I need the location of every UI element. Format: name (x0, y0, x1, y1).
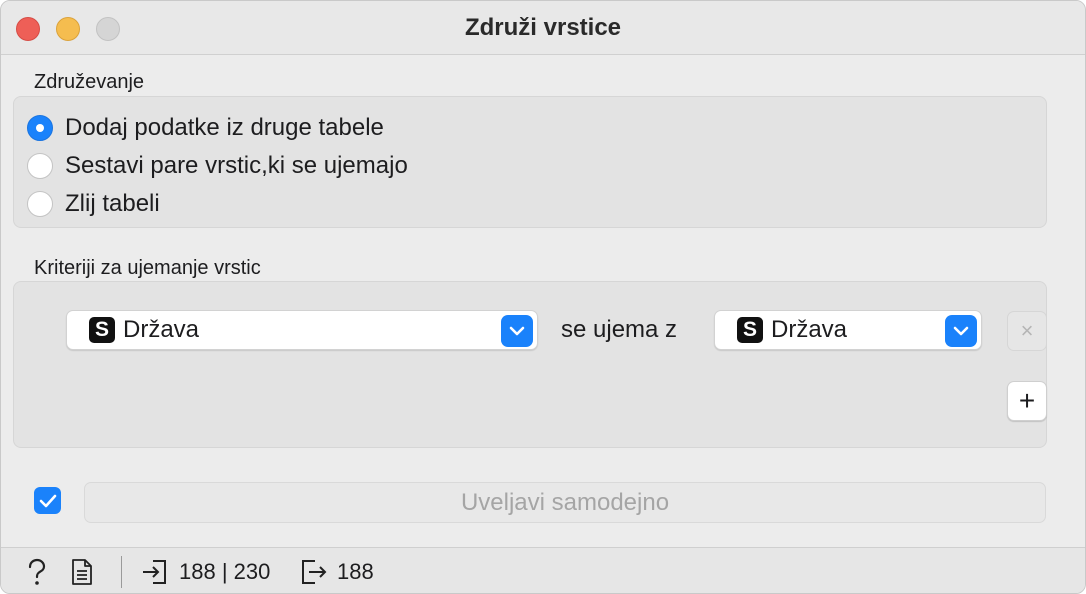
output-icon (299, 558, 329, 591)
right-attribute-select[interactable]: S Država (714, 310, 982, 350)
radio-button[interactable] (27, 153, 53, 179)
radio-option-append[interactable]: Dodaj podatke iz druge tabele (27, 113, 384, 143)
title-bar: Združi vrstice (1, 1, 1085, 55)
merging-section-label: Združevanje (34, 71, 145, 93)
apply-button[interactable]: Uveljavi samodejno (84, 482, 1046, 523)
criteria-group (13, 281, 1047, 448)
input-icon (141, 558, 169, 591)
window-title: Združi vrstice (464, 14, 622, 41)
radio-option-pair-rows[interactable]: Sestavi pare vrstic,ki se ujemajo (27, 151, 408, 181)
merge-rows-window: Združi vrstice Združevanje Dodaj podatke… (0, 0, 1086, 594)
radio-label: Sestavi pare vrstic,ki se ujemajo (65, 152, 408, 179)
match-connector-label: se ujema z (561, 316, 678, 343)
report-icon[interactable] (71, 558, 93, 591)
chevron-down-icon[interactable] (501, 315, 533, 347)
left-attribute-value: Država (123, 316, 200, 343)
radio-option-concatenate[interactable]: Zlij tabeli (27, 189, 160, 219)
criteria-section-label: Kriteriji za ujemanje vrstic (34, 257, 261, 279)
add-criterion-button[interactable]: + (1007, 381, 1047, 421)
radio-button[interactable] (27, 191, 53, 217)
auto-apply-checkbox[interactable] (34, 487, 61, 514)
status-bar: 188 | 230 188 (1, 547, 1085, 593)
left-attribute-select[interactable]: S Država (66, 310, 538, 350)
string-type-badge: S (737, 317, 763, 343)
radio-label: Dodaj podatke iz druge tabele (65, 114, 384, 141)
radio-button[interactable] (27, 115, 53, 141)
output-count: 188 (337, 559, 374, 584)
status-separator (121, 556, 122, 588)
right-attribute-value: Država (771, 316, 848, 343)
string-type-badge: S (89, 317, 115, 343)
radio-label: Zlij tabeli (65, 190, 160, 217)
help-icon[interactable] (25, 558, 49, 591)
checkmark-icon (39, 494, 56, 507)
input-count: 188 | 230 (179, 559, 271, 584)
remove-criterion-button[interactable]: × (1007, 311, 1047, 351)
chevron-down-icon[interactable] (945, 315, 977, 347)
